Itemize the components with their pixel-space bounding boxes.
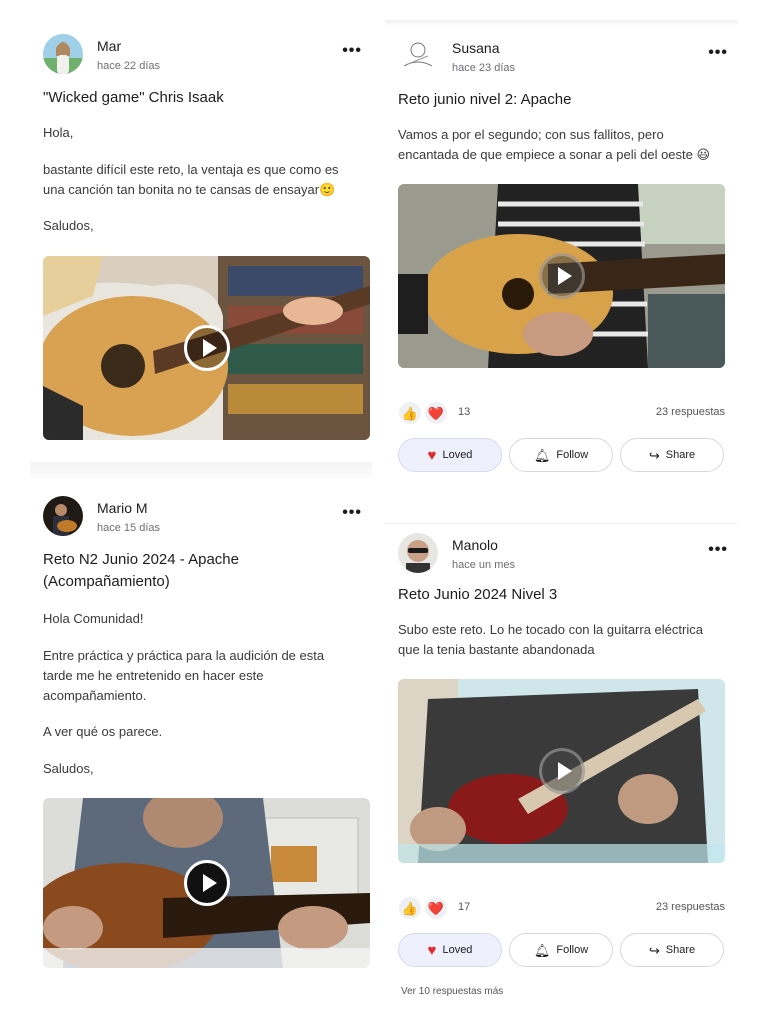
- post-header: Mar hace 22 días •••: [43, 34, 372, 78]
- video-thumbnail[interactable]: [398, 184, 725, 368]
- author-name[interactable]: Mar: [97, 38, 121, 54]
- action-buttons: ♥ Loved 🔔︎ Follow ↪ Share: [398, 933, 728, 967]
- follow-button[interactable]: 🔔︎ Follow: [509, 933, 613, 967]
- post-card-mar: Mar hace 22 días ••• "Wicked game" Chris…: [30, 25, 372, 462]
- post-title[interactable]: Reto N2 Junio 2024 - Apache (Acompañamie…: [43, 549, 283, 593]
- avatar[interactable]: [398, 533, 438, 573]
- play-button[interactable]: [538, 253, 585, 299]
- avatar[interactable]: [43, 496, 83, 536]
- post-header: Manolo hace un mes •••: [398, 533, 738, 577]
- video-thumbnail[interactable]: [398, 679, 725, 863]
- post-time: hace 23 días: [452, 62, 515, 74]
- loved-button[interactable]: ♥ Loved: [398, 438, 502, 472]
- post-header: Mario M hace 15 días •••: [43, 496, 372, 540]
- post-title[interactable]: "Wicked game" Chris Isaak: [43, 87, 224, 109]
- reactions-bar: 👍 ❤️ 13 23 respuestas: [398, 401, 725, 425]
- heart-reaction-icon[interactable]: ❤️: [424, 401, 448, 425]
- column-gap-band: [30, 462, 372, 478]
- post-paragraph: Hola Comunidad!: [43, 611, 144, 626]
- loved-button[interactable]: ♥ Loved: [398, 933, 502, 967]
- share-arrow-icon: ↪: [648, 447, 660, 463]
- more-dots-icon[interactable]: •••: [342, 42, 362, 60]
- heart-icon: ♥: [427, 941, 437, 959]
- loved-label: Loved: [442, 944, 473, 956]
- post-title[interactable]: Reto Junio 2024 Nivel 3: [398, 584, 557, 606]
- reactions-bar: 👍 ❤️ 17 23 respuestas: [398, 896, 725, 920]
- play-button[interactable]: [538, 748, 585, 794]
- share-arrow-icon: ↪: [648, 942, 660, 958]
- bell-icon: 🔔︎: [533, 942, 551, 958]
- post-paragraph: Vamos a por el segundo; con sus fallitos…: [398, 127, 711, 162]
- post-paragraph: Hola,: [43, 125, 74, 140]
- reaction-count[interactable]: 13: [458, 406, 470, 418]
- more-dots-icon[interactable]: •••: [342, 504, 362, 522]
- follow-button[interactable]: 🔔︎ Follow: [509, 438, 613, 472]
- post-paragraph: Saludos,: [43, 761, 94, 776]
- share-label: Share: [665, 944, 696, 956]
- play-button[interactable]: [183, 325, 230, 371]
- post-card-mario: Mario M hace 15 días ••• Reto N2 Junio 2…: [30, 487, 372, 1024]
- post-paragraph: A ver qué os parece.: [43, 724, 163, 739]
- view-more-replies-link[interactable]: Ver 10 respuestas más: [401, 986, 503, 997]
- post-time: hace 15 días: [97, 522, 160, 534]
- share-button[interactable]: ↪ Share: [620, 933, 724, 967]
- post-paragraph: Saludos,: [43, 218, 94, 233]
- top-shadow-right: [385, 20, 738, 26]
- bell-icon: 🔔︎: [533, 447, 551, 463]
- author-name[interactable]: Susana: [452, 40, 499, 56]
- follow-label: Follow: [556, 944, 589, 956]
- more-dots-icon[interactable]: •••: [708, 541, 728, 559]
- author-name[interactable]: Mario M: [97, 500, 148, 516]
- reaction-count[interactable]: 17: [458, 901, 470, 913]
- share-button[interactable]: ↪ Share: [620, 438, 724, 472]
- post-title[interactable]: Reto junio nivel 2: Apache: [398, 89, 571, 111]
- action-buttons: ♥ Loved 🔔︎ Follow ↪ Share: [398, 438, 728, 472]
- heart-icon: ♥: [427, 446, 437, 464]
- video-thumbnail[interactable]: [43, 798, 370, 968]
- reply-count[interactable]: 23 respuestas: [656, 901, 725, 913]
- reply-count[interactable]: 23 respuestas: [656, 406, 725, 418]
- post-paragraph: Subo este reto. Lo he tocado con la guit…: [398, 622, 703, 657]
- thumbs-up-icon[interactable]: 👍: [398, 896, 422, 920]
- post-time: hace 22 días: [97, 60, 160, 72]
- video-thumbnail[interactable]: [43, 256, 370, 440]
- post-paragraph: bastante difícil este reto, la ventaja e…: [43, 162, 339, 197]
- post-header: Susana hace 23 días •••: [398, 36, 738, 80]
- post-card-manolo: Manolo hace un mes ••• Reto Junio 2024 N…: [385, 523, 738, 1024]
- heart-reaction-icon[interactable]: ❤️: [424, 896, 448, 920]
- post-paragraph: Entre práctica y práctica para la audici…: [43, 648, 325, 703]
- avatar[interactable]: [398, 36, 438, 76]
- share-label: Share: [665, 449, 696, 461]
- avatar[interactable]: [43, 34, 83, 74]
- follow-label: Follow: [556, 449, 589, 461]
- loved-label: Loved: [442, 449, 473, 461]
- thumbs-up-icon[interactable]: 👍: [398, 401, 422, 425]
- more-dots-icon[interactable]: •••: [708, 44, 728, 62]
- author-name[interactable]: Manolo: [452, 537, 498, 553]
- post-time: hace un mes: [452, 559, 515, 571]
- post-card-susana: Susana hace 23 días ••• Reto junio nivel…: [385, 27, 738, 497]
- play-button[interactable]: [183, 860, 230, 906]
